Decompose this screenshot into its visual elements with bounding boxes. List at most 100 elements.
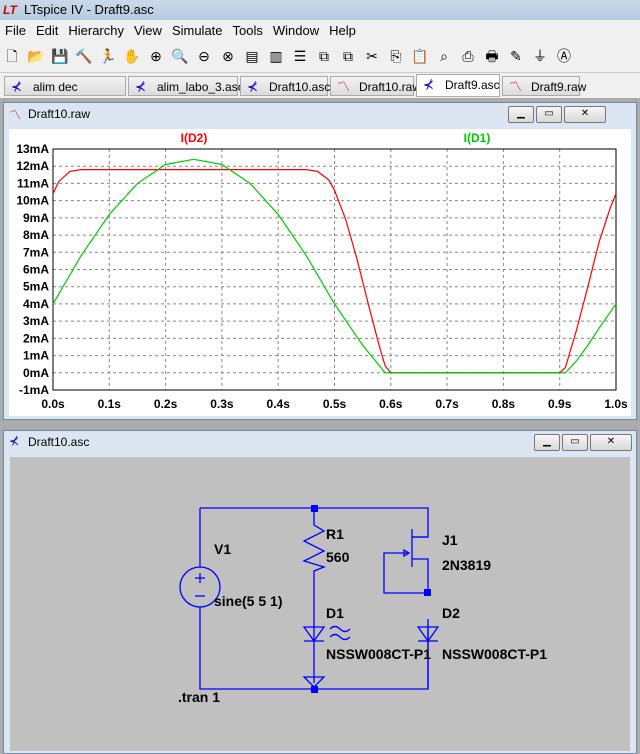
halt-icon[interactable]: ✋ <box>122 46 142 66</box>
menu-window[interactable]: Window <box>268 20 324 41</box>
d1-value: NSSW008CT-P1 <box>326 646 431 662</box>
cut-icon[interactable]: ✂ <box>362 46 382 66</box>
schematic-icon: ⊀ <box>135 79 146 94</box>
tab-draft9-raw[interactable]: 〽 Draft9.raw <box>502 76 586 96</box>
source-polarity <box>195 573 205 597</box>
run-icon[interactable]: 🏃 <box>98 46 118 66</box>
v1-value: sine(5 5 1) <box>214 593 282 609</box>
autorange-icon[interactable]: ▤ <box>242 46 262 66</box>
menu-hierarchy[interactable]: Hierarchy <box>63 20 129 41</box>
tab-bar: ⊀alim dec bridge.asc⊀alim_labo_3.asc⊀Dra… <box>0 73 640 114</box>
zoom-out-icon[interactable]: ⊖ <box>194 46 214 66</box>
tab-alim-labo-3-asc[interactable]: ⊀ alim_labo_3.asc <box>128 76 244 96</box>
schematic-canvas[interactable]: V1 sine(5 5 1) R1 560 J1 2N3819 D1 NSSW0… <box>10 457 630 751</box>
waveform-icon: 〽 <box>509 79 523 94</box>
x-tick-label: 0.7s <box>435 397 459 411</box>
zoom-in-icon[interactable]: ⊕ <box>146 46 166 66</box>
schematic-icon: ⊀ <box>9 434 20 448</box>
close-button[interactable]: ✕ <box>590 434 632 451</box>
maximize-button[interactable]: ▭ <box>562 434 588 451</box>
y-tick-label: 2mA <box>23 331 49 345</box>
paste-icon[interactable]: 📋 <box>410 46 430 66</box>
menu-simulate[interactable]: Simulate <box>167 20 228 41</box>
label-icon[interactable]: Ⓐ <box>554 46 574 66</box>
tab-draft10-asc[interactable]: ⊀ Draft10.asc <box>240 76 331 96</box>
y-tick-label: 8mA <box>23 228 49 242</box>
print-icon[interactable]: 🖶 <box>482 46 502 66</box>
jfet-j1 <box>383 529 429 594</box>
y-tick-label: 12mA <box>16 159 49 173</box>
d1-name: D1 <box>326 605 344 621</box>
led-d1 <box>302 626 326 683</box>
d2-value: NSSW008CT-P1 <box>442 646 547 662</box>
x-tick-label: 0.4s <box>267 397 291 411</box>
minimize-button[interactable]: ▁ <box>534 434 560 451</box>
y-tick-label: -1mA <box>19 383 49 397</box>
draw-wire-icon[interactable]: ✎ <box>506 46 526 66</box>
copy-icon[interactable]: ⎘ <box>386 46 406 66</box>
tab-draft10-raw[interactable]: 〽 Draft10.raw <box>330 76 421 96</box>
y-tick-label: 6mA <box>23 263 49 277</box>
plot-window: 〽 Draft10.raw ▁ ▭ ✕ 0.0s 0.1s 0.2s 0.3s 0.4s… <box>3 102 637 420</box>
window-title: LTspice IV - Draft9.asc <box>24 2 154 17</box>
close-button[interactable]: ✕ <box>564 106 606 123</box>
maximize-button[interactable]: ▭ <box>536 106 562 123</box>
spice-directive[interactable]: .tran 1 <box>178 689 220 705</box>
x-tick-label: 0.3s <box>210 397 234 411</box>
y-tick-label: 11mA <box>17 176 49 190</box>
tab-label: Draft9.asc <box>445 78 500 92</box>
menu-tools[interactable]: Tools <box>228 20 268 41</box>
x-tick-label: 0.0s <box>41 397 65 411</box>
x-tick-label: 0.6s <box>379 397 403 411</box>
tile-horizontal-icon[interactable]: ☰ <box>290 46 310 66</box>
menu-help[interactable]: Help <box>324 20 361 41</box>
menu-edit[interactable]: Edit <box>31 20 63 41</box>
pan-icon[interactable]: 🔍 <box>170 46 190 66</box>
tile-vertical-icon[interactable]: ⧉ <box>338 46 358 66</box>
title-bar: LT LTspice IV - Draft9.asc <box>0 0 640 20</box>
y-tick-label: 13mA <box>16 142 49 156</box>
x-tick-label: 1.0s <box>604 397 628 411</box>
x-tick-label: 0.8s <box>492 397 516 411</box>
j1-name: J1 <box>442 532 458 548</box>
legend-id2: I(D2) <box>181 131 208 145</box>
tab-label: Draft9.raw <box>531 80 587 94</box>
waveform-icon: 〽 <box>9 108 22 122</box>
y-tick-label: 7mA <box>23 245 49 259</box>
schematic-icon: ⊀ <box>247 79 258 94</box>
y-tick-label: 3mA <box>23 314 49 328</box>
zoom-fit-icon[interactable]: ⊗ <box>218 46 238 66</box>
menu-file[interactable]: File <box>0 20 31 41</box>
new-schematic-icon[interactable]: 🗋 <box>2 46 22 66</box>
schematic-icon: ⊀ <box>423 77 434 92</box>
cascade-icon[interactable]: ⧉ <box>314 46 334 66</box>
schematic-window: ⊀ Draft10.asc ▁ ▭ ✕ V1 sine(5 5 1) R1 56… <box>3 430 637 754</box>
open-icon[interactable]: 📂 <box>26 46 46 66</box>
resistor-r1 <box>302 508 326 627</box>
y-tick-label: 9mA <box>23 211 49 225</box>
tab-alim-dec-bridge-asc[interactable]: ⊀alim dec bridge.asc <box>4 76 126 114</box>
waveform-plot[interactable]: 0.0s 0.1s 0.2s 0.3s 0.4s 0.5s 0.6s 0.7s 0.8s 0.9s… <box>9 129 631 416</box>
tab-draft9-asc[interactable]: ⊀ Draft9.asc <box>416 74 500 97</box>
ground-icon[interactable]: ⏚ <box>530 46 550 66</box>
x-tick-label: 0.5s <box>323 397 347 411</box>
minimize-button[interactable]: ▁ <box>508 106 534 123</box>
j1-value: 2N3819 <box>442 557 491 573</box>
y-tick-label: 5mA <box>23 280 49 294</box>
print-preview-icon[interactable]: ⎙ <box>458 46 478 66</box>
control-panel-icon[interactable]: 🔨 <box>74 46 94 66</box>
legend-id1: I(D1) <box>464 131 491 145</box>
menu-bar: File Edit Hierarchy View Simulate Tools Window… <box>0 20 640 42</box>
tab-label: Draft10.asc <box>269 80 331 94</box>
d2-name: D2 <box>442 605 460 621</box>
tab-label: Draft10.raw <box>359 80 422 94</box>
find-icon[interactable]: ⌕ <box>434 46 454 66</box>
y-tick-label: 0mA <box>23 366 49 380</box>
tab-label: alim_labo_3.asc <box>157 80 244 94</box>
v1-name: V1 <box>214 541 231 557</box>
y-tick-label: 1mA <box>23 349 49 363</box>
menu-view[interactable]: View <box>129 20 167 41</box>
schematic-window-title: Draft10.asc <box>28 435 90 449</box>
save-icon[interactable]: 💾 <box>50 46 70 66</box>
fft-icon[interactable]: ▥ <box>266 46 286 66</box>
